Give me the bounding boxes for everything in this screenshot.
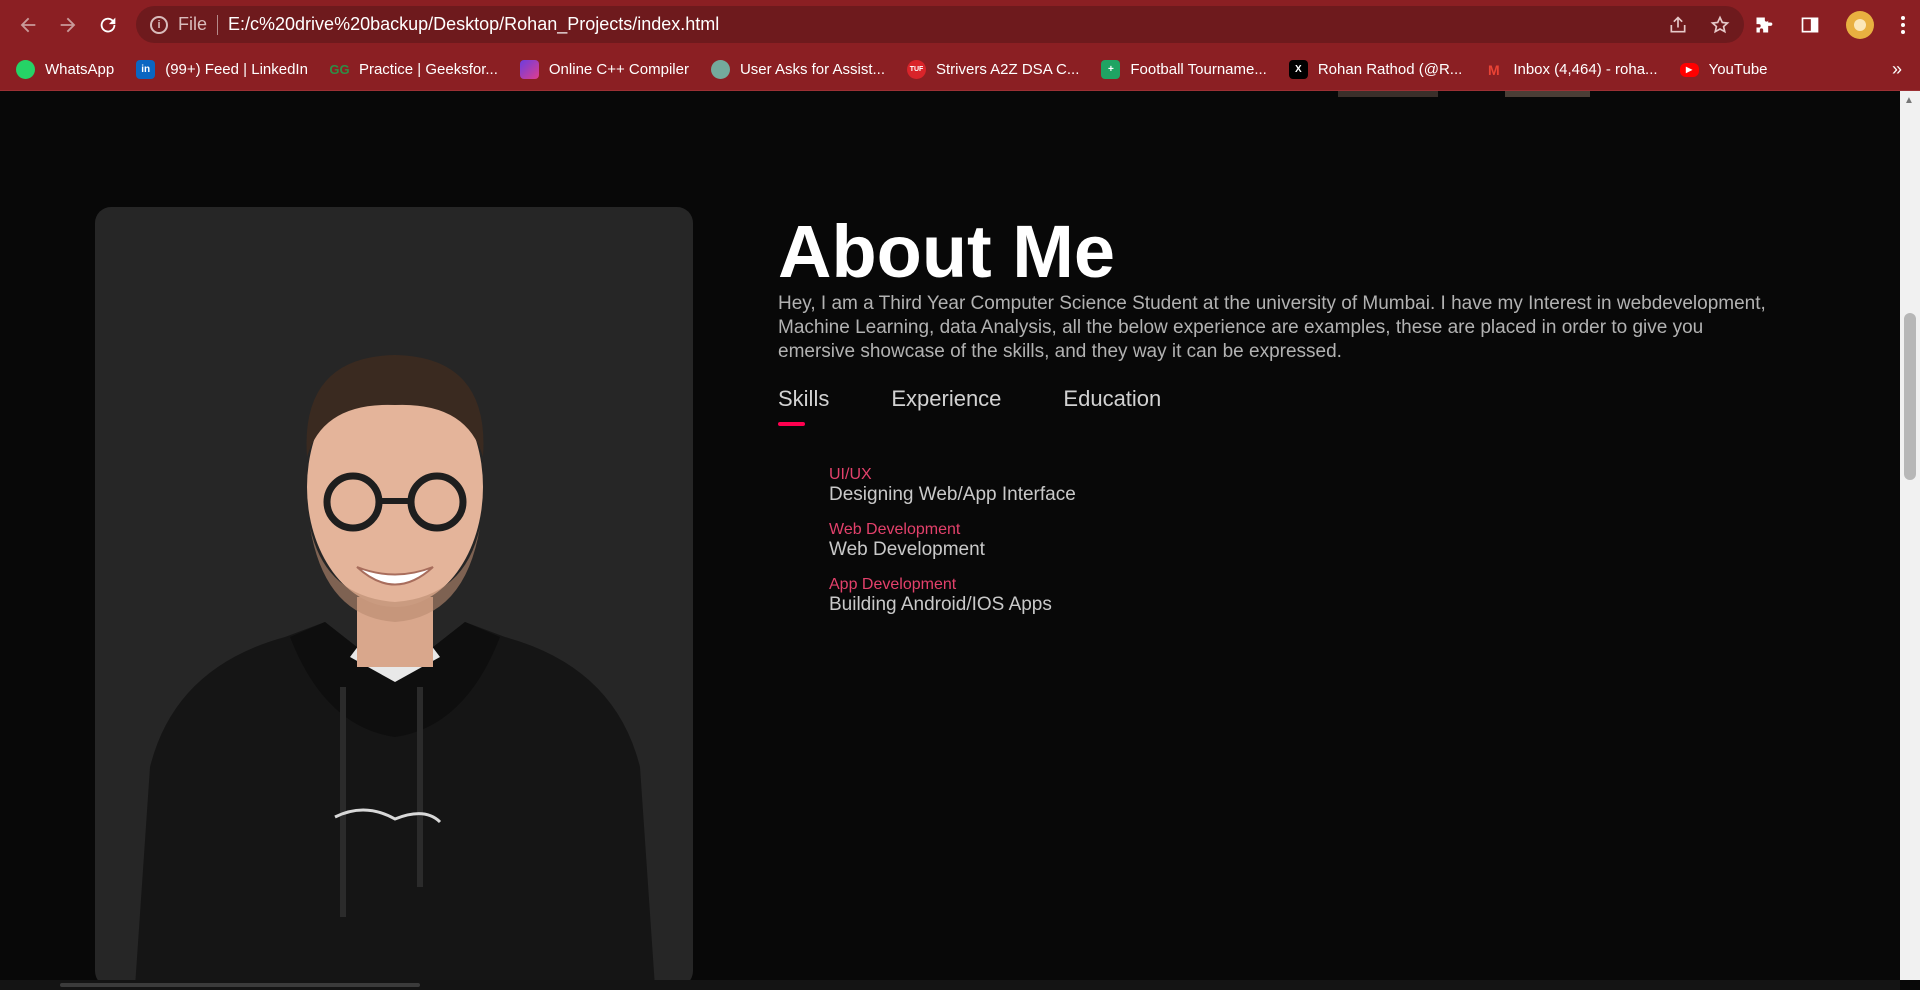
geeksforgeeks-icon: GG	[329, 62, 350, 77]
about-title: About Me	[778, 210, 1116, 293]
about-tabs: Skills Experience Education	[778, 386, 1161, 426]
skill-description: Web Development	[829, 539, 985, 560]
portfolio-image-edge	[1338, 91, 1438, 97]
bookmark-gmail[interactable]: M Inbox (4,464) - roha...	[1484, 60, 1658, 79]
list-item: UI/UX Designing Web/App Interface	[829, 465, 1076, 506]
skill-title: Web Development	[829, 521, 961, 538]
tab-skills[interactable]: Skills	[778, 386, 829, 426]
profile-avatar[interactable]	[1846, 10, 1874, 39]
arrow-left-icon	[20, 17, 36, 32]
page-viewport: About Me Hey, I am a Third Year Computer…	[0, 91, 1900, 980]
bookmark-label: Inbox (4,464) - roha...	[1513, 61, 1658, 78]
bookmark-label: Football Tourname...	[1130, 61, 1267, 78]
omnibox-actions	[1668, 15, 1730, 35]
forward-button[interactable]	[48, 5, 88, 45]
bookmark-linkedin[interactable]: in (99+) Feed | LinkedIn	[136, 60, 308, 79]
extensions-icon[interactable]	[1754, 15, 1774, 35]
bookmark-strivers[interactable]: TUF Strivers A2Z DSA C...	[907, 60, 1079, 79]
gmail-icon: M	[1487, 61, 1500, 78]
bookmark-chatgpt[interactable]: User Asks for Assist...	[710, 60, 885, 79]
bookmark-youtube[interactable]: ▶ YouTube	[1679, 61, 1768, 78]
x-icon: X	[1288, 60, 1308, 79]
bookmark-label: YouTube	[1708, 61, 1768, 78]
side-panel-icon[interactable]	[1800, 15, 1820, 35]
back-button[interactable]	[8, 5, 48, 45]
bookmark-label: Strivers A2Z DSA C...	[936, 61, 1080, 78]
scrollbar-thumb[interactable]	[1904, 313, 1916, 480]
url-text[interactable]: E:/c%20drive%20backup/Desktop/Rohan_Proj…	[228, 14, 719, 35]
list-item: App Development Building Android/IOS App…	[829, 575, 1076, 616]
list-item: Web Development Web Development	[829, 520, 1076, 561]
linkedin-icon: in	[136, 60, 156, 79]
reload-icon	[100, 17, 116, 32]
reload-button[interactable]	[88, 5, 128, 45]
skill-title: UI/UX	[829, 466, 872, 483]
share-icon[interactable]	[1668, 15, 1688, 35]
bookmarks-overflow-button[interactable]: »	[1892, 59, 1902, 80]
skill-title: App Development	[829, 576, 957, 593]
bookmark-label: WhatsApp	[45, 61, 115, 78]
tab-experience[interactable]: Experience	[891, 386, 1001, 412]
bookmark-label: Online C++ Compiler	[548, 61, 689, 78]
tab-education[interactable]: Education	[1063, 386, 1161, 412]
profile-photo	[95, 207, 693, 980]
chatgpt-icon	[710, 60, 730, 79]
arrow-right-icon	[60, 17, 76, 32]
separator	[217, 14, 219, 35]
skill-description: Designing Web/App Interface	[829, 484, 1076, 505]
browser-toolbar: i File E:/c%20drive%20backup/Desktop/Roh…	[0, 0, 1920, 49]
scroll-up-icon[interactable]: ▲	[1904, 95, 1914, 106]
compiler-icon	[519, 60, 539, 79]
vertical-scrollbar[interactable]: ▲	[1900, 91, 1920, 980]
about-description: Hey, I am a Third Year Computer Science …	[778, 293, 1766, 362]
address-bar[interactable]: i File E:/c%20drive%20backup/Desktop/Roh…	[136, 6, 1744, 43]
sheets-icon: +	[1101, 60, 1121, 79]
bookmark-label: (99+) Feed | LinkedIn	[165, 61, 308, 78]
tuf-icon: TUF	[907, 60, 926, 79]
bookmark-whatsapp[interactable]: WhatsApp	[16, 60, 114, 79]
bookmark-label: Practice | Geeksfor...	[358, 61, 498, 78]
bookmarks-bar: WhatsApp in (99+) Feed | LinkedIn GG Pra…	[0, 49, 1920, 91]
browser-actions	[1754, 0, 1906, 49]
skill-description: Building Android/IOS Apps	[829, 594, 1052, 615]
horizontal-scrollbar[interactable]	[0, 980, 1900, 990]
bookmark-label: User Asks for Assist...	[739, 61, 885, 78]
horizontal-scrollbar-thumb[interactable]	[60, 983, 420, 987]
skills-list: UI/UX Designing Web/App Interface Web De…	[829, 465, 1076, 630]
info-icon[interactable]: i	[150, 15, 168, 34]
person-photo-icon	[135, 355, 655, 980]
bookmark-x[interactable]: X Rohan Rathod (@R...	[1288, 60, 1463, 79]
bookmark-geeksforgeeks[interactable]: GG Practice | Geeksfor...	[329, 60, 498, 79]
bookmark-compiler[interactable]: Online C++ Compiler	[519, 60, 689, 79]
scheme-label: File	[178, 14, 208, 34]
youtube-icon: ▶	[1679, 62, 1699, 77]
whatsapp-icon	[16, 60, 35, 79]
star-icon[interactable]	[1710, 15, 1730, 35]
bookmark-label: Rohan Rathod (@R...	[1317, 61, 1463, 78]
portfolio-image-edge	[1505, 91, 1590, 97]
menu-icon[interactable]	[1900, 15, 1906, 35]
bookmark-football[interactable]: + Football Tourname...	[1101, 60, 1267, 79]
